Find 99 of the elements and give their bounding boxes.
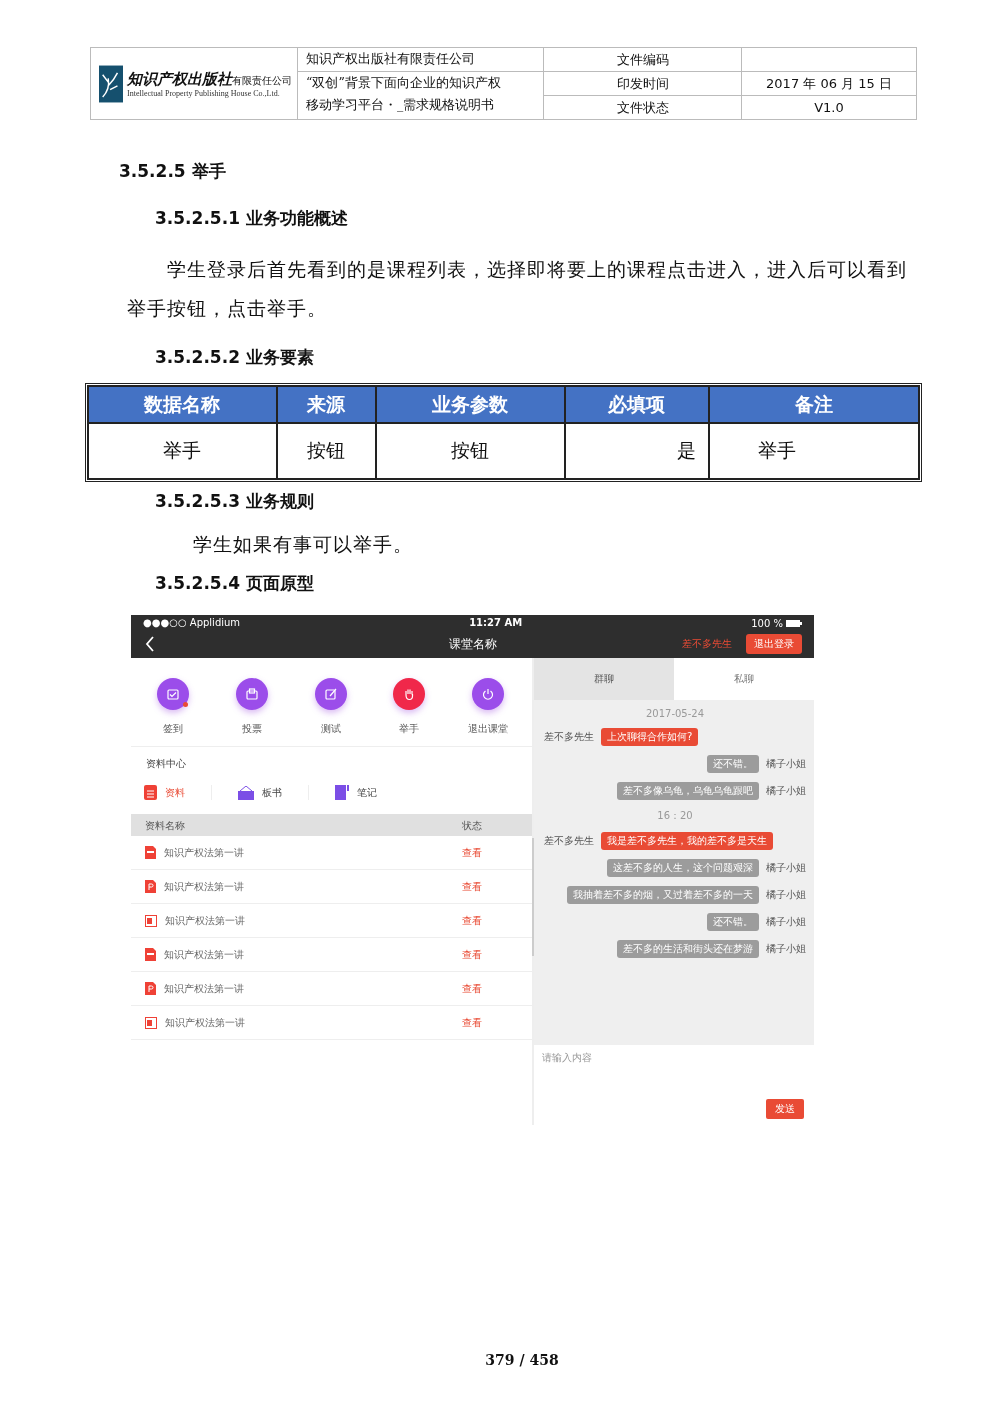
page-number: 379 / 458 xyxy=(484,1352,560,1368)
file-name: 知识产权法第一讲 xyxy=(164,981,244,996)
sender-name: 橘子小姐 xyxy=(766,888,806,902)
paragraph: 学生如果有事可以举手。 xyxy=(193,532,414,557)
field-label: 印发时间 xyxy=(616,75,669,91)
view-link[interactable]: 查看 xyxy=(462,981,482,996)
text-file-icon xyxy=(145,948,156,961)
action-label: 举手 xyxy=(399,722,420,736)
timestamp: 2017-05-24 xyxy=(645,708,705,719)
paragraph: 学生登录后首先看到的是课程列表，选择即将要上的课程点击进入，进入后可以看到举手按钮，点击举手。 xyxy=(127,257,908,321)
action-button[interactable] xyxy=(157,678,189,710)
send-button[interactable]: 发送 xyxy=(766,1099,804,1119)
field-label: 文件编码 xyxy=(616,51,669,67)
edit-icon xyxy=(323,687,338,701)
user-name: 差不多先生 xyxy=(682,637,732,651)
ballot-box-icon xyxy=(244,687,259,701)
view-link[interactable]: 查看 xyxy=(462,913,482,928)
message-bubble: 差不多像乌龟，乌龟乌龟跟吧 xyxy=(617,782,759,800)
table-cell: 举手 xyxy=(88,423,277,479)
message-bubble: 还不错。 xyxy=(707,755,759,773)
section-heading: 3.5.2.5 举手 xyxy=(119,160,227,183)
table-header-cell: 备注 xyxy=(708,386,919,423)
action-label: 投票 xyxy=(241,722,262,736)
logout-button[interactable]: 退出登录 xyxy=(746,634,802,654)
message-bubble: 还不错。 xyxy=(707,913,759,931)
file-name: 知识产权法第一讲 xyxy=(165,1015,245,1030)
back-icon[interactable] xyxy=(145,636,155,652)
sender-name: 差不多先生 xyxy=(544,834,594,848)
field-value: 2017 年 06 月 15 日 xyxy=(766,75,892,91)
action-label: 签到 xyxy=(163,722,183,736)
logo-text: 知识产权出版社 xyxy=(127,69,232,89)
logo-english: Intellectual Property Publishing House Co.,Ltd. xyxy=(127,88,281,98)
document-title: “双创”背景下面向企业的知识产权 xyxy=(306,74,502,92)
logo-suffix: 有限责任公司 xyxy=(232,74,292,86)
file-name: 知识产权法第一讲 xyxy=(164,879,244,894)
action-button[interactable] xyxy=(472,678,504,710)
resource-tab[interactable]: 板书 xyxy=(238,785,309,800)
carrier-label: ●●●○○ Applidium xyxy=(143,617,241,630)
timestamp: 16：20 xyxy=(657,810,693,821)
file-icon xyxy=(145,880,156,893)
table-cell: 是 xyxy=(564,423,709,479)
field-value: V1.0 xyxy=(814,100,844,115)
file-name: 知识产权法第一讲 xyxy=(164,845,244,860)
chat-tab[interactable]: 群聊 xyxy=(534,658,674,700)
sender-name: 橘子小姐 xyxy=(766,861,806,875)
power-icon xyxy=(481,687,495,701)
battery-label: 100 % xyxy=(751,618,783,629)
field-label: 文件状态 xyxy=(616,99,669,115)
sender-name: 橘子小姐 xyxy=(766,942,806,956)
table-cell: 举手 xyxy=(708,423,919,479)
action-button[interactable] xyxy=(314,678,347,710)
resource-tab[interactable]: 笔记 xyxy=(335,785,403,800)
column-header: 状态 xyxy=(462,819,482,831)
calendar-check-icon xyxy=(166,687,180,701)
table-header-cell: 数据名称 xyxy=(88,386,277,423)
sender-name: 橘子小姐 xyxy=(766,915,806,929)
table-cell: 按钮 xyxy=(276,423,376,479)
table-header-cell: 必填项 xyxy=(564,386,709,423)
table-header-cell: 来源 xyxy=(276,386,376,423)
message-bubble: 差不多的生活和街头还在梦游 xyxy=(617,940,759,958)
battery-icon xyxy=(786,620,802,627)
subsection-heading: 3.5.2.5.4 页面原型 xyxy=(155,572,315,595)
slides-file-icon xyxy=(145,1016,157,1029)
subsection-heading: 3.5.2.5.2 业务要素 xyxy=(155,346,315,369)
company-name: 知识产权出版社有限责任公司 xyxy=(306,51,475,66)
action-label: 退出课堂 xyxy=(468,722,508,736)
file-icon xyxy=(145,982,156,995)
slides-file-icon xyxy=(145,914,157,927)
view-link[interactable]: 查看 xyxy=(462,947,482,962)
page-title: 课堂名称 xyxy=(448,635,497,653)
subsection-heading: 3.5.2.5.1 业务功能概述 xyxy=(155,207,349,230)
table-cell: 按钮 xyxy=(376,423,565,479)
resource-tab[interactable]: 资料 xyxy=(144,785,212,800)
action-button[interactable] xyxy=(235,678,268,710)
logo-icon xyxy=(99,64,123,103)
subsection-heading: 3.5.2.5.3 业务规则 xyxy=(155,490,315,513)
board-icon xyxy=(238,785,254,800)
sender-name: 橘子小姐 xyxy=(766,784,806,798)
message-bubble: 我是差不多先生，我的差不多是天生 xyxy=(601,832,773,850)
view-link[interactable]: 查看 xyxy=(462,879,482,894)
document-icon xyxy=(144,785,157,800)
file-name: 知识产权法第一讲 xyxy=(164,947,244,962)
message-bubble: 上次聊得合作如何? xyxy=(601,728,699,746)
table-header-cell: 业务参数 xyxy=(376,386,565,423)
notebook-icon xyxy=(335,785,349,800)
resource-center-title: 资料中心 xyxy=(145,757,187,771)
view-link[interactable]: 查看 xyxy=(462,845,482,860)
action-label: 测试 xyxy=(320,722,341,736)
document-title: 移动学习平台・_需求规格说明书 xyxy=(306,96,496,114)
column-header: 资料名称 xyxy=(145,819,185,831)
scrollbar[interactable] xyxy=(532,838,534,956)
clock-label: 11:27 AM xyxy=(469,617,523,630)
view-link[interactable]: 查看 xyxy=(462,1015,482,1030)
text-file-icon xyxy=(145,846,156,859)
sender-name: 差不多先生 xyxy=(544,730,594,744)
file-name: 知识产权法第一讲 xyxy=(165,913,245,928)
sender-name: 橘子小姐 xyxy=(766,757,806,771)
message-bubble: 这差不多的人生，这个问题艰深 xyxy=(607,859,759,877)
action-button[interactable] xyxy=(393,678,426,710)
